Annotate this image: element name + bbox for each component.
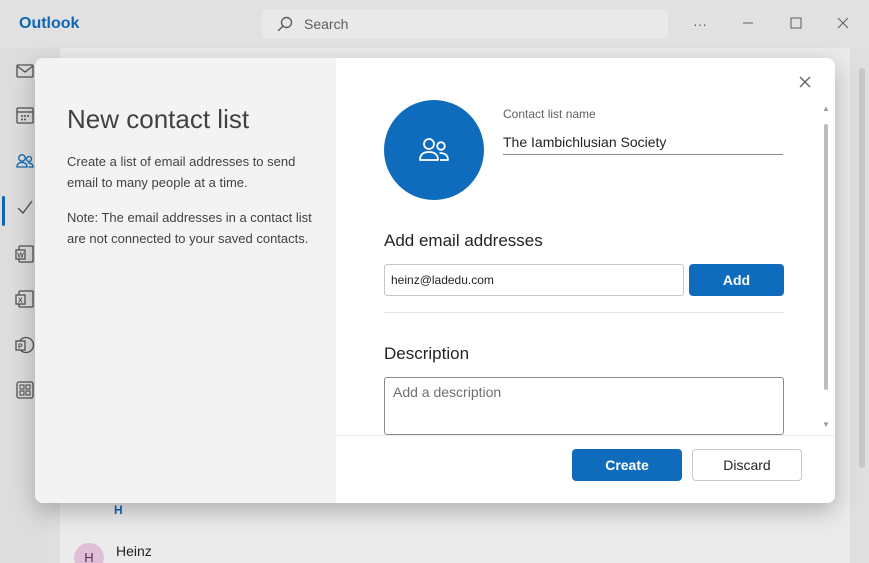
- dialog-close-icon[interactable]: [795, 72, 815, 92]
- contact-list-name-label: Contact list name: [503, 107, 596, 121]
- contact-list-name-input[interactable]: [503, 129, 783, 155]
- contact-list-avatar[interactable]: [384, 100, 484, 200]
- add-button[interactable]: Add: [689, 264, 784, 296]
- new-contact-list-dialog: New contact list Create a list of email …: [35, 58, 835, 503]
- description-heading: Description: [384, 344, 470, 363]
- add-email-heading: Add email addresses: [384, 231, 543, 250]
- discard-button[interactable]: Discard: [692, 449, 802, 481]
- create-button[interactable]: Create: [572, 449, 682, 481]
- dialog-scrollbar-thumb[interactable]: [824, 124, 828, 390]
- dialog-title: New contact list: [67, 104, 250, 134]
- dialog-note: Note: The email addresses in a contact l…: [67, 210, 312, 246]
- dialog-info-panel: New contact list Create a list of email …: [35, 58, 336, 503]
- scroll-up-arrow[interactable]: ▲: [822, 104, 830, 113]
- scroll-down-arrow[interactable]: ▼: [822, 420, 830, 429]
- dialog-description: Create a list of email addresses to send…: [67, 154, 296, 190]
- dialog-footer: Create Discard: [336, 435, 835, 503]
- description-input[interactable]: [384, 377, 784, 435]
- group-icon: [419, 138, 449, 161]
- section-divider: [384, 312, 784, 313]
- email-address-input[interactable]: [384, 264, 684, 296]
